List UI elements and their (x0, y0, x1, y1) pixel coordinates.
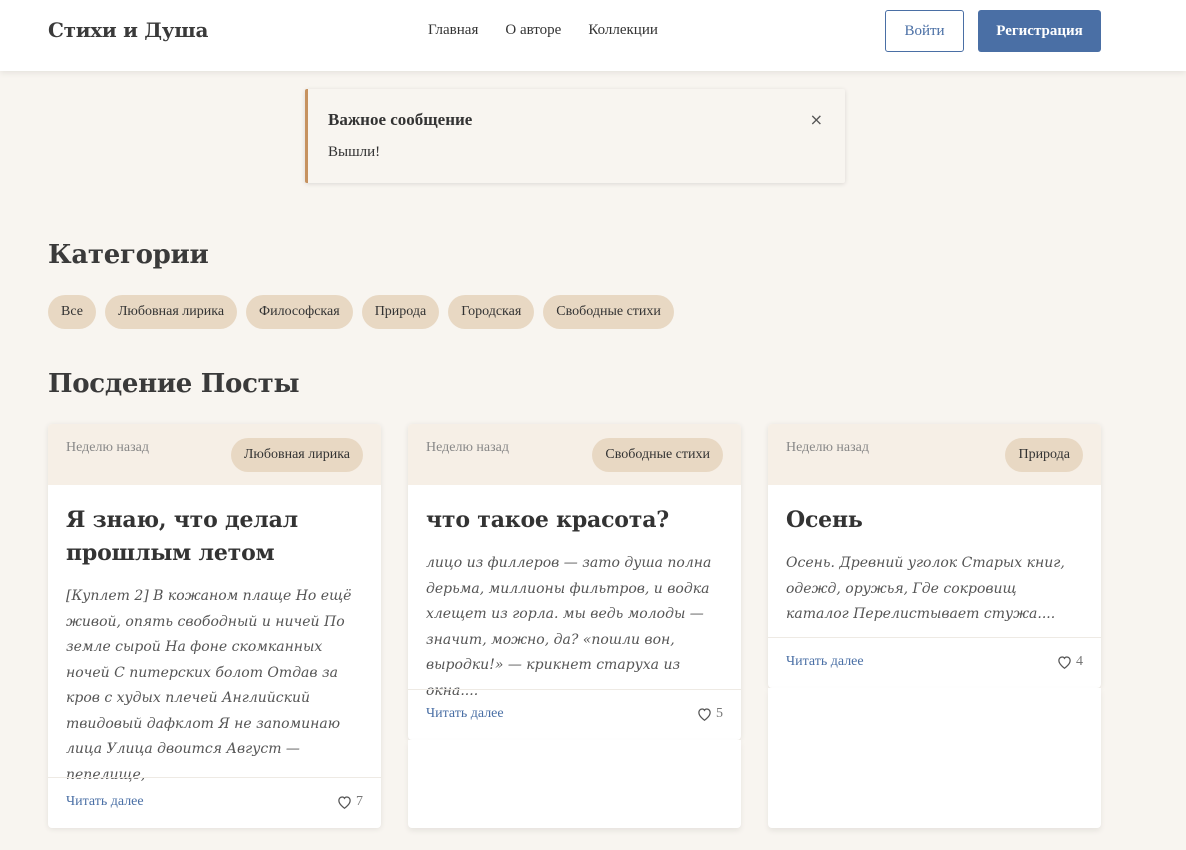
post-tag[interactable]: Свободные стихи (592, 438, 723, 472)
post-title[interactable]: что такое красота? (426, 504, 723, 537)
post-card-body: Осень Осень. Древний уголок Старых книг,… (768, 485, 1101, 628)
alert-text: Вышли! (328, 144, 381, 160)
post-tag[interactable]: Любовная лирика (230, 438, 363, 472)
post-card-body: что такое красота? лицо из филлеров — за… (408, 485, 741, 704)
nav-link-home[interactable]: Главная (428, 22, 478, 39)
post-card: Неделю назад Природа Осень Осень. Древни… (768, 424, 1101, 688)
categories-title: Категории (48, 240, 209, 270)
post-date: Неделю назад (66, 440, 149, 455)
login-button[interactable]: Войти (885, 10, 964, 52)
post-card: Неделю назад Свободные стихи что такое к… (408, 424, 741, 740)
post-card-footer: Читать далее 5 (408, 689, 741, 740)
heart-icon (1058, 656, 1071, 669)
post-card-header: Неделю назад Любовная лирика (48, 424, 381, 485)
post-title[interactable]: Осень (786, 504, 1083, 537)
heart-icon (338, 796, 351, 809)
post-title[interactable]: Я знаю, что делал прошлым летом (66, 504, 363, 570)
register-button[interactable]: Регистрация (978, 10, 1101, 52)
category-pill-city[interactable]: Городская (448, 295, 535, 329)
post-tag[interactable]: Природа (1005, 438, 1083, 472)
site-header: Стихи и Душа Главная О авторе Коллекции … (0, 0, 1186, 71)
like-count: 4 (1076, 654, 1083, 669)
post-excerpt: лицо из филлеров — зато душа полна дерьм… (426, 555, 712, 699)
read-more-link[interactable]: Читать далее (426, 706, 504, 722)
nav-link-collections[interactable]: Коллекции (588, 22, 658, 39)
like-button[interactable]: 5 (697, 706, 723, 722)
main-nav: Главная О авторе Коллекции (428, 22, 685, 39)
like-button[interactable]: 7 (337, 794, 363, 810)
like-count: 5 (716, 706, 723, 721)
post-card-header: Неделю назад Природа (768, 424, 1101, 485)
alert-title: Важное сообщение (328, 110, 473, 129)
close-icon[interactable]: × (810, 110, 823, 129)
post-card-footer: Читать далее 4 (768, 637, 1101, 688)
post-card: Неделю назад Любовная лирика Я знаю, что… (48, 424, 381, 828)
post-excerpt: [Куплет 2] В кожаном плаще Но ещё живой,… (66, 588, 352, 783)
category-pill-nature[interactable]: Природа (361, 295, 440, 329)
post-card-footer: Читать далее 7 (48, 777, 381, 828)
alert-message: Важное сообщение Вышли! × (305, 89, 845, 183)
post-card-body: Я знаю, что делал прошлым летом [Куплет … (48, 485, 381, 788)
like-count: 7 (356, 794, 363, 809)
category-pill-philosophy[interactable]: Философская (246, 295, 353, 329)
heart-icon (698, 708, 711, 721)
nav-link-about[interactable]: О авторе (505, 22, 561, 39)
post-date: Неделю назад (426, 440, 509, 455)
site-logo[interactable]: Стихи и Душа (48, 18, 208, 42)
like-button[interactable]: 4 (1057, 654, 1083, 670)
category-list: Все Любовная лирика Философская Природа … (48, 295, 683, 329)
category-pill-all[interactable]: Все (48, 295, 96, 329)
post-excerpt: Осень. Древний уголок Старых книг, одежд… (786, 555, 1065, 622)
read-more-link[interactable]: Читать далее (66, 794, 144, 810)
posts-title: Посдение Посты (48, 369, 300, 399)
card-spacer (408, 740, 741, 828)
post-date: Неделю назад (786, 440, 869, 455)
post-card-header: Неделю назад Свободные стихи (408, 424, 741, 485)
category-pill-love[interactable]: Любовная лирика (104, 295, 238, 329)
category-pill-free-verse[interactable]: Свободные стихи (543, 295, 674, 329)
card-spacer (768, 688, 1101, 828)
read-more-link[interactable]: Читать далее (786, 654, 864, 670)
